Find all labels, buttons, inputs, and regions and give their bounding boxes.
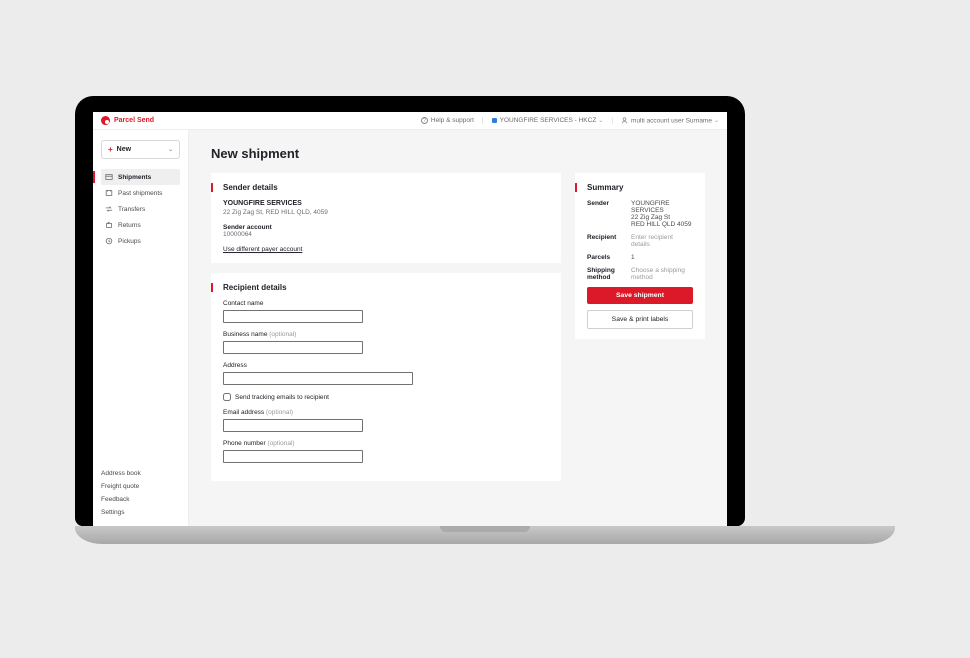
- account-switcher[interactable]: YOUNGFIRE SERVICES - HKCZ⌄: [492, 117, 604, 124]
- page-title: New shipment: [211, 146, 705, 161]
- brand[interactable]: Parcel Send: [101, 116, 154, 125]
- email-label: Email address (optional): [223, 409, 549, 416]
- tracking-emails-label: Send tracking emails to recipient: [235, 394, 329, 401]
- summary-card: Summary Sender YOUNGFIRE SERVICES 22 Zig…: [575, 173, 705, 339]
- plus-icon: +: [108, 145, 113, 154]
- sidebar-item-past-shipments[interactable]: Past shipments: [101, 185, 180, 201]
- contact-name-label: Contact name: [223, 300, 549, 307]
- summary-sender-key: Sender: [587, 200, 625, 228]
- sidebar-item-transfers[interactable]: Transfers: [101, 201, 180, 217]
- sidebar-item-label: Transfers: [118, 206, 145, 213]
- chevron-down-icon: ⌄: [168, 146, 173, 153]
- change-payer-link[interactable]: Use different payer account: [223, 246, 302, 253]
- summary-recipient-value: Enter recipient details: [631, 234, 693, 248]
- summary-method-value: Choose a shipping method: [631, 267, 693, 281]
- top-bar: Parcel Send ?Help & support | YOUNGFIRE …: [93, 112, 727, 130]
- summary-heading: Summary: [575, 183, 693, 192]
- summary-method-key: Shipping method: [587, 267, 625, 281]
- address-input[interactable]: [223, 372, 413, 385]
- sender-account-number: 10000064: [223, 231, 549, 238]
- returns-icon: [105, 221, 113, 229]
- chevron-down-icon: ⌄: [598, 118, 603, 124]
- sidebar-item-pickups[interactable]: Pickups: [101, 233, 180, 249]
- sidebar: + New ⌄ Shipments Past shipments T: [93, 130, 189, 526]
- user-menu[interactable]: multi account user Surname⌄: [621, 117, 719, 124]
- help-link[interactable]: ?Help & support: [421, 117, 474, 125]
- sender-heading: Sender details: [211, 183, 549, 192]
- sender-account-label: Sender account: [223, 224, 549, 231]
- sender-address: 22 Zig Zag St, RED HILL QLD, 4059: [223, 209, 549, 216]
- pickups-icon: [105, 237, 113, 245]
- past-shipments-icon: [105, 189, 113, 197]
- sidebar-link-feedback[interactable]: Feedback: [101, 496, 180, 503]
- email-input[interactable]: [223, 419, 363, 432]
- phone-label: Phone number (optional): [223, 440, 549, 447]
- sidebar-item-shipments[interactable]: Shipments: [101, 169, 180, 185]
- new-button[interactable]: + New ⌄: [101, 140, 180, 159]
- help-label: Help & support: [431, 117, 474, 124]
- sidebar-item-label: Past shipments: [118, 190, 162, 197]
- transfers-icon: [105, 205, 113, 213]
- sidebar-link-freight-quote[interactable]: Freight quote: [101, 483, 180, 490]
- account-name: YOUNGFIRE SERVICES - HKCZ: [500, 117, 597, 124]
- shipments-icon: [105, 173, 113, 181]
- brand-logo-icon: [101, 116, 110, 125]
- content-area: New shipment Sender details YOUNGFIRE SE…: [189, 130, 727, 526]
- sidebar-item-returns[interactable]: Returns: [101, 217, 180, 233]
- phone-input[interactable]: [223, 450, 363, 463]
- user-name: multi account user Surname: [631, 117, 712, 124]
- sidebar-link-settings[interactable]: Settings: [101, 509, 180, 516]
- sender-name: YOUNGFIRE SERVICES: [223, 200, 549, 207]
- sidebar-item-label: Shipments: [118, 174, 151, 181]
- account-dot-icon: [492, 118, 497, 123]
- user-icon: [621, 117, 628, 124]
- sidebar-item-label: Returns: [118, 222, 141, 229]
- recipient-heading: Recipient details: [211, 283, 549, 292]
- separator: |: [611, 117, 613, 124]
- business-name-input[interactable]: [223, 341, 363, 354]
- save-shipment-button[interactable]: Save shipment: [587, 287, 693, 304]
- summary-parcels-value: 1: [631, 254, 693, 261]
- summary-parcels-key: Parcels: [587, 254, 625, 261]
- sender-card: Sender details YOUNGFIRE SERVICES 22 Zig…: [211, 173, 561, 263]
- address-label: Address: [223, 362, 549, 369]
- sidebar-item-label: Pickups: [118, 238, 141, 245]
- contact-name-input[interactable]: [223, 310, 363, 323]
- separator: |: [482, 117, 484, 124]
- help-icon: ?: [421, 117, 428, 124]
- brand-name: Parcel Send: [114, 117, 154, 124]
- business-name-label: Business name (optional): [223, 331, 549, 338]
- sidebar-link-address-book[interactable]: Address book: [101, 470, 180, 477]
- tracking-emails-checkbox[interactable]: [223, 393, 231, 401]
- recipient-card: Recipient details Contact name Business …: [211, 273, 561, 481]
- summary-sender-value: YOUNGFIRE SERVICES 22 Zig Zag St RED HIL…: [631, 200, 693, 228]
- chevron-down-icon: ⌄: [714, 118, 719, 124]
- summary-recipient-key: Recipient: [587, 234, 625, 248]
- save-print-button[interactable]: Save & print labels: [587, 310, 693, 329]
- new-label: New: [117, 146, 131, 153]
